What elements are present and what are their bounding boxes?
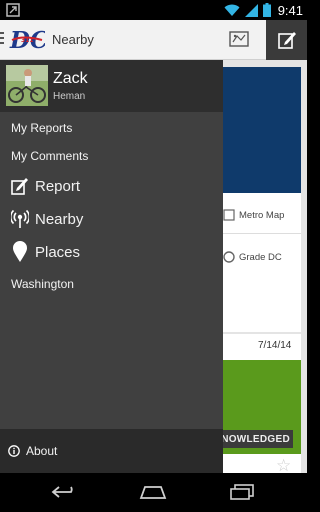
back-button[interactable] (50, 481, 80, 503)
report-date: 7/14/14 (258, 340, 292, 351)
notification-icon (6, 3, 20, 17)
nav-label: My Reports (11, 121, 73, 135)
nearby-signal-icon (10, 208, 30, 230)
nav-report[interactable]: Report (10, 174, 233, 198)
system-navigation-bar (0, 473, 307, 512)
divider (223, 233, 301, 234)
back-icon (51, 486, 73, 498)
metro-map-label: Metro Map (239, 209, 285, 221)
nav-label: Report (35, 177, 81, 195)
metro-map-link[interactable]: Metro Map (223, 200, 301, 230)
map-pin-icon (10, 241, 30, 263)
compose-button[interactable] (266, 20, 307, 60)
nav-label: Nearby (35, 210, 84, 228)
action-bar: DC 311 Nearby (0, 20, 307, 60)
recent-apps-icon (230, 484, 254, 500)
wifi-icon (224, 4, 240, 16)
map-icon (229, 31, 249, 47)
app-screen: 9:41 DC 311 Nearby Metro Map Grade DC 7/… (0, 0, 307, 512)
nav-places[interactable]: Places (10, 240, 233, 264)
logo-number: 311 (21, 37, 34, 44)
nav-label: Places (35, 243, 81, 261)
cell-signal-icon (244, 3, 258, 17)
profile-header[interactable]: Zack Heman (0, 60, 223, 112)
banner-image (223, 67, 301, 193)
grade-dc-link[interactable]: Grade DC (223, 243, 301, 271)
status-badge: NOWLEDGED (221, 430, 293, 448)
recent-apps-button[interactable] (228, 481, 258, 503)
profile-name: Zack (53, 70, 88, 87)
info-icon (8, 445, 20, 457)
grade-dc-label: Grade DC (239, 251, 282, 263)
status-icons: 9:41 (224, 0, 303, 20)
nav-label: My Comments (11, 149, 89, 163)
home-button[interactable] (138, 481, 168, 503)
nav-washington[interactable]: Washington (11, 276, 234, 292)
nav-nearby[interactable]: Nearby (10, 207, 233, 231)
status-time: 9:41 (277, 2, 303, 18)
status-bar: 9:41 (0, 0, 307, 20)
compose-icon (277, 32, 296, 49)
nav-label: Washington (11, 277, 74, 291)
nav-about[interactable]: About (0, 429, 223, 473)
compose-icon (10, 175, 30, 197)
page-title: Nearby (52, 32, 94, 47)
profile-subtitle: Heman (53, 91, 86, 102)
map-view-button[interactable] (226, 26, 252, 52)
about-label: About (26, 444, 58, 458)
drawer-indicator-icon[interactable] (0, 32, 4, 48)
avatar (6, 65, 48, 106)
app-logo[interactable]: DC 311 (9, 27, 45, 53)
nav-my-comments[interactable]: My Comments (11, 148, 234, 164)
nav-my-reports[interactable]: My Reports (11, 120, 234, 136)
home-icon (139, 486, 167, 499)
navigation-drawer: Zack Heman My Reports My Comments Report (0, 60, 223, 473)
battery-icon (262, 3, 271, 17)
